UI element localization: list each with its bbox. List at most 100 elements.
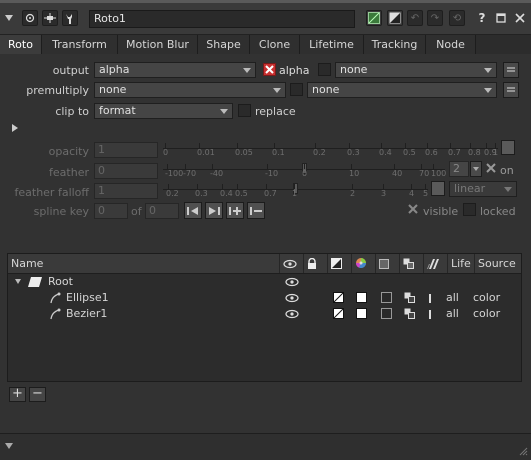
feather-falloff-slider[interactable]: 0.2 0.3 0.4 0.5 0.7 1 2 3 4 5 — [163, 180, 428, 198]
remove-shape-button[interactable]: − — [29, 387, 46, 402]
tick-mark — [167, 164, 168, 169]
output-second-dropdown[interactable]: none — [335, 62, 497, 78]
blending-icon[interactable] — [404, 308, 415, 319]
chevron-down-icon — [473, 167, 479, 171]
node-color-icon[interactable] — [366, 10, 382, 26]
chevron-down-icon — [243, 68, 251, 73]
feather-field[interactable]: 0 — [94, 163, 158, 179]
eye-icon[interactable] — [285, 277, 299, 287]
tick-label: 0.2 — [313, 148, 326, 157]
feather-count-field[interactable]: 2 — [449, 161, 469, 177]
tab-clone[interactable]: Clone — [250, 35, 300, 54]
eye-icon[interactable] — [285, 293, 299, 303]
layer-source[interactable]: color — [473, 306, 500, 322]
output-dropdown[interactable]: alpha — [94, 62, 256, 78]
replace-checkbox[interactable] — [238, 104, 251, 117]
viewer-toggle-icon[interactable] — [22, 10, 38, 26]
undo-icon[interactable]: ↶ — [407, 10, 423, 26]
invert-toggle[interactable] — [381, 308, 392, 319]
premultiply-second-dropdown[interactable]: none — [307, 82, 497, 98]
column-lock[interactable] — [303, 254, 327, 273]
tab-roto[interactable]: Roto — [0, 35, 42, 54]
tab-shape[interactable]: Shape — [198, 35, 250, 54]
tick-mark — [394, 164, 395, 169]
tab-tracking[interactable]: Tracking — [364, 35, 426, 54]
visible-x-icon[interactable] — [408, 204, 418, 214]
layer-row-root[interactable]: Root — [8, 274, 521, 290]
remove-key-button[interactable] — [247, 202, 265, 219]
redo-icon[interactable]: ↷ — [427, 10, 443, 26]
tick-label: 0 — [163, 148, 169, 157]
output-menu-button[interactable] — [503, 62, 519, 78]
tick-mark — [381, 143, 382, 148]
column-source[interactable]: Source — [474, 254, 521, 273]
chevron-down-icon — [273, 88, 281, 93]
node-graph-icon[interactable] — [42, 10, 58, 26]
alpha-checkbox[interactable] — [263, 63, 276, 76]
feather-on-x-icon[interactable] — [486, 163, 496, 173]
spline-key-total-field[interactable]: 0 — [145, 203, 179, 219]
close-icon[interactable] — [512, 10, 528, 26]
feather-count-arrow[interactable] — [470, 161, 482, 177]
layer-source[interactable]: color — [473, 290, 500, 306]
feather-falloff-field[interactable]: 1 — [94, 183, 158, 199]
float-panel-icon[interactable] — [493, 10, 509, 26]
overlay-color-icon[interactable] — [333, 292, 344, 303]
wrench-icon[interactable] — [62, 10, 78, 26]
blending-icon[interactable] — [404, 292, 415, 303]
expand-arrow-icon[interactable] — [12, 124, 18, 132]
color-swatch[interactable] — [356, 292, 367, 303]
spline-key-field[interactable]: 0 — [94, 203, 128, 219]
opacity-field[interactable]: 1 — [94, 142, 158, 158]
premultiply-dropdown[interactable]: none — [94, 82, 286, 98]
opacity-slider[interactable]: 0 0.01 0.05 0.1 0.2 0.3 0.4 0.5 0.6 0.7 0.8 0.9 1 — [163, 139, 498, 157]
resize-grip-icon[interactable] — [518, 446, 528, 456]
color-swatch[interactable] — [356, 308, 367, 319]
premultiply-menu-button[interactable] — [503, 82, 519, 98]
tick-mark — [352, 184, 353, 189]
tree-expand-icon[interactable] — [15, 279, 21, 284]
layer-row-ellipse1[interactable]: Ellipse1 all color — [8, 290, 521, 306]
collapse-arrow-icon[interactable] — [5, 15, 13, 21]
tab-lifetime[interactable]: Lifetime — [300, 35, 364, 54]
add-key-button[interactable] — [226, 202, 244, 219]
column-visible[interactable] — [279, 254, 303, 273]
column-blending[interactable] — [399, 254, 423, 273]
collapse-arrow-icon[interactable] — [5, 443, 13, 449]
feather-falloff-handle-box[interactable] — [431, 181, 445, 196]
layer-row-bezier1[interactable]: Bezier1 all color — [8, 306, 521, 322]
feather-label: feather — [49, 166, 89, 179]
feather-slider[interactable]: -100 -70 -40 -10 0 10 40 70 100 — [163, 160, 446, 178]
locked-checkbox[interactable] — [463, 203, 476, 216]
tab-motion-blur[interactable]: Motion Blur — [118, 35, 198, 54]
layer-life[interactable]: all — [446, 306, 459, 322]
add-shape-button[interactable]: + — [9, 387, 26, 402]
prev-key-button[interactable] — [184, 202, 202, 219]
clipto-dropdown[interactable]: format — [94, 103, 233, 119]
column-motion-blur[interactable] — [423, 254, 447, 273]
tab-transform[interactable]: Transform — [42, 35, 118, 54]
column-invert[interactable] — [375, 254, 399, 273]
output-second-checkbox[interactable] — [318, 63, 331, 76]
premultiply-second-checkbox[interactable] — [290, 83, 303, 96]
revert-icon[interactable]: ⟲ — [449, 10, 465, 26]
column-color[interactable] — [351, 254, 375, 273]
overlay-color-icon[interactable] — [387, 10, 403, 26]
chevron-down-icon — [484, 88, 492, 93]
tab-node[interactable]: Node — [426, 35, 476, 54]
help-button[interactable]: ? — [474, 10, 490, 26]
column-life[interactable]: Life — [447, 254, 474, 273]
motion-blur-indicator[interactable] — [429, 294, 431, 303]
eye-icon[interactable] — [285, 309, 299, 319]
overlay-color-icon[interactable] — [333, 308, 344, 319]
layer-life[interactable]: all — [446, 290, 459, 306]
motion-blur-indicator[interactable] — [429, 310, 431, 319]
opacity-slider-handle[interactable] — [501, 140, 515, 155]
feather-falloff-type-dropdown[interactable]: linear — [449, 181, 517, 197]
invert-toggle[interactable] — [381, 292, 392, 303]
column-name[interactable]: Name — [8, 254, 279, 273]
node-name-field[interactable]: Roto1 — [89, 10, 355, 28]
next-key-button[interactable] — [205, 202, 223, 219]
column-overlay-color[interactable] — [327, 254, 351, 273]
tick-mark — [199, 143, 200, 148]
